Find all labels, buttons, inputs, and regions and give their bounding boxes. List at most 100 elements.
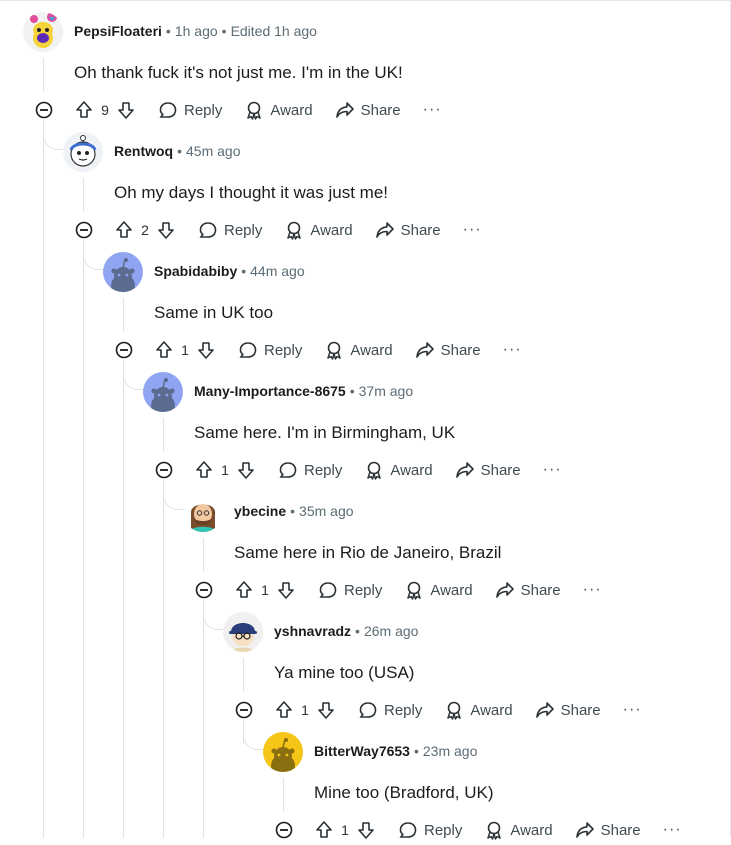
vote-count: 1 [341,822,349,838]
upvote-button[interactable] [154,340,174,360]
timestamp[interactable]: 37m ago [359,383,413,399]
timestamp[interactable]: 26m ago [364,623,418,639]
award-button[interactable]: Award [364,460,433,480]
downvote-button[interactable] [116,100,136,120]
more-options-icon[interactable]: ··· [543,461,562,479]
downvote-icon [358,822,374,839]
timestamp[interactable]: 1h ago [175,23,218,39]
upvote-button[interactable] [194,460,214,480]
downvote-button[interactable] [236,460,256,480]
username[interactable]: ybecine [234,503,286,519]
username[interactable]: BitterWay7653 [314,743,410,759]
collapse-button[interactable] [194,580,214,600]
more-options-icon[interactable]: ··· [583,581,602,599]
award-button[interactable]: Award [284,220,353,240]
collapse-button[interactable] [34,100,54,120]
comment-body: Same here in Rio de Janeiro, Brazil [234,543,502,562]
thread-line [83,240,84,838]
comment-meta: Spabidabiby • 44m ago [154,261,305,281]
more-options-icon[interactable]: ··· [663,821,682,839]
vote-controls: 1 [194,460,256,480]
share-button[interactable]: Share [455,460,521,480]
collapse-button[interactable] [234,700,254,720]
timestamp[interactable]: 44m ago [250,263,304,279]
reply-button[interactable]: Reply [238,340,302,360]
timestamp[interactable]: 35m ago [299,503,353,519]
more-options-icon[interactable]: ··· [423,101,442,119]
share-button[interactable]: Share [335,100,401,120]
timestamp[interactable]: 45m ago [186,143,240,159]
upvote-button[interactable] [314,820,334,840]
award-button[interactable]: Award [444,700,513,720]
comment-meta: ybecine • 35m ago [234,501,354,521]
reply-button[interactable]: Reply [278,460,342,480]
award-button[interactable]: Award [404,580,473,600]
reply-button[interactable]: Reply [398,820,462,840]
reply-button[interactable]: Reply [198,220,262,240]
award-button[interactable]: Award [244,100,313,120]
downvote-button[interactable] [196,340,216,360]
reply-label: Reply [184,101,223,119]
white-snoo-avatar-icon[interactable] [63,132,103,172]
share-label: Share [560,701,601,719]
bearded-snoo-avatar-icon[interactable] [183,492,223,532]
username[interactable]: Rentwoq [114,143,173,159]
more-options-icon[interactable]: ··· [503,341,522,359]
comment-actions: 1 Reply Award Share ··· [194,455,562,485]
downvote-button[interactable] [156,220,176,240]
share-button[interactable]: Share [375,220,441,240]
username[interactable]: yshnavradz [274,623,351,639]
comment-meta: yshnavradz • 26m ago [274,621,418,641]
username[interactable]: PepsiFloateri [74,23,162,39]
downvote-button[interactable] [276,580,296,600]
share-button[interactable]: Share [415,340,481,360]
comment-actions: 2 Reply Award Share ··· [114,215,482,245]
share-button[interactable]: Share [575,820,641,840]
timestamp[interactable]: 23m ago [423,743,477,759]
collapse-button[interactable] [74,220,94,240]
purple-snoo-avatar-icon[interactable] [23,12,63,52]
default-snoo-avatar-icon[interactable] [103,252,143,292]
share-button[interactable]: Share [535,700,601,720]
downvote-button[interactable] [316,700,336,720]
upvote-button[interactable] [74,100,94,120]
collapse-button[interactable] [154,460,174,480]
reply-button[interactable]: Reply [318,580,382,600]
thread-line [243,658,244,692]
vote-count: 1 [301,702,309,718]
upvote-button[interactable] [114,220,134,240]
upvote-button[interactable] [234,580,254,600]
collapse-icon [75,221,93,239]
share-label: Share [400,221,441,239]
share-label: Share [520,581,561,599]
award-button[interactable]: Award [484,820,553,840]
reply-button[interactable]: Reply [158,100,222,120]
thread-line [43,58,44,92]
more-options-icon[interactable]: ··· [463,221,482,239]
share-button[interactable]: Share [495,580,561,600]
username[interactable]: Spabidabiby [154,263,237,279]
award-icon [287,221,302,240]
username[interactable]: Many-Importance-8675 [194,383,346,399]
thread-line [83,178,84,212]
award-icon [247,101,262,120]
vote-count: 9 [101,102,109,118]
reply-button[interactable]: Reply [358,700,422,720]
share-icon [455,462,474,478]
comment-body: Same here. I'm in Birmingham, UK [194,423,456,442]
award-button[interactable]: Award [324,340,393,360]
default-snoo-avatar-icon[interactable] [143,372,183,412]
upvote-icon [236,581,252,598]
downvote-button[interactable] [356,820,376,840]
thread-connector [83,244,103,270]
upvote-button[interactable] [274,700,294,720]
cap-snoo-avatar-icon[interactable] [223,612,263,652]
separator-dot: • [241,263,247,279]
reply-icon [359,702,377,718]
yellow-snoo-avatar-icon[interactable] [263,732,303,772]
downvote-icon [318,702,334,719]
thread-connector [163,484,183,510]
more-options-icon[interactable]: ··· [623,701,642,719]
collapse-button[interactable] [114,340,134,360]
collapse-button[interactable] [274,820,294,840]
